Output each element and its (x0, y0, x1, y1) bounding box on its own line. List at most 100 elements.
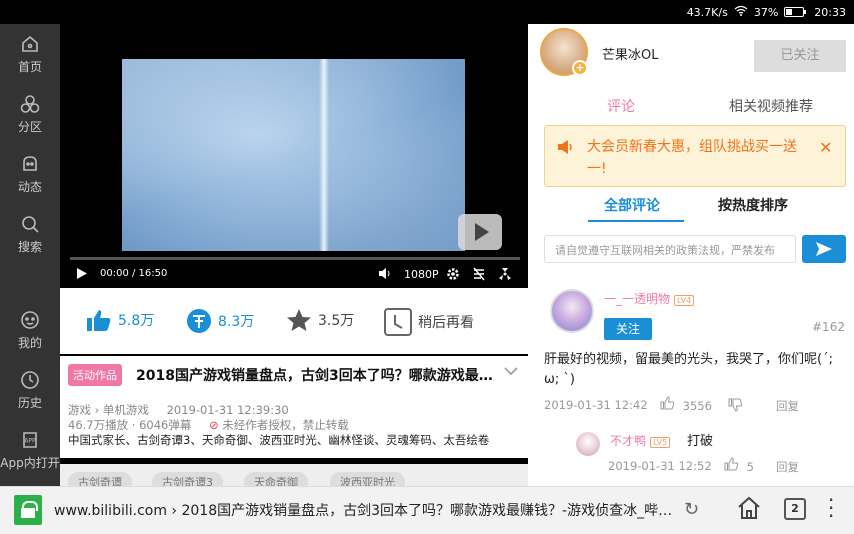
comment-follow-button[interactable]: 关注 (604, 318, 652, 340)
no-repost-icon: ⊘ (209, 418, 219, 432)
category-icon (20, 95, 40, 113)
reply-reply-button[interactable]: 回复 (776, 459, 799, 475)
favorite-button[interactable]: 3.5万 (286, 308, 354, 332)
tag-chip[interactable]: 波西亚时光 (330, 472, 405, 486)
tab-underline (588, 220, 684, 222)
nav-history-label: 历史 (17, 396, 42, 410)
reply-like-count: 5 (746, 460, 754, 474)
tab-switcher-button[interactable]: 2 (784, 498, 806, 520)
wifi-icon (734, 5, 748, 19)
comment-avatar[interactable] (550, 289, 594, 333)
nav-dynamic[interactable]: 动态 (0, 154, 60, 195)
reply-like-button[interactable]: 5 (724, 457, 754, 474)
progress-bar[interactable] (70, 257, 520, 260)
nav-dynamic-label: 动态 (17, 180, 42, 194)
volume-icon[interactable] (378, 267, 392, 283)
comment-date: 2019-01-31 12:42 (544, 398, 648, 412)
comment-like-count: 3556 (682, 399, 712, 413)
tag-chip[interactable]: 古剑奇谭 (68, 472, 132, 486)
level-badge: LV5 (650, 437, 671, 448)
nav-history[interactable]: 历史 (0, 370, 60, 411)
thumbs-up-icon (724, 457, 739, 471)
like-button[interactable]: 5.8万 (86, 308, 154, 332)
star-icon (287, 309, 311, 331)
left-nav: 首页 分区 动态 搜索 我的 历史 APP App内打开 (0, 24, 60, 486)
comment-input[interactable]: 请自觉遵守互联网相关的政策法规，严禁发布 (544, 235, 796, 263)
lock-icon[interactable] (14, 495, 42, 525)
video-player[interactable]: 00:00 / 16:50 1080P (60, 24, 528, 288)
promo-text: 大会员新春大惠，组队挑战买一送一! (587, 139, 797, 177)
send-button[interactable] (802, 235, 846, 263)
thumbs-down-icon[interactable] (728, 398, 743, 415)
nav-search[interactable]: 搜索 (0, 214, 60, 255)
nav-category-label: 分区 (17, 120, 42, 134)
tag-line: 中国式家长、古剑奇谭3、天命奇御、波西亚时光、幽林怪谈、灵魂筹码、太吾绘卷 (68, 433, 490, 447)
more-menu-icon[interactable]: · · · (828, 490, 836, 526)
tab-related[interactable]: 相关视频推荐 (729, 96, 813, 116)
coin-button[interactable]: 8.3万 (186, 308, 254, 334)
status-bar: 43.7K/s 37% 20:33 (0, 0, 854, 24)
category-breadcrumb[interactable]: 游戏 › 单机游戏 (68, 403, 149, 417)
coin-count: 8.3万 (218, 314, 255, 330)
tv-play-icon[interactable] (458, 214, 502, 250)
reply-user[interactable]: 不才鸭 LV5 (610, 432, 671, 449)
svg-text:APP: APP (24, 438, 36, 445)
nav-home[interactable]: 首页 (0, 34, 60, 75)
meta-line: 游戏 › 单机游戏 2019-01-31 12:39:30 (68, 402, 289, 418)
nav-mine-label: 我的 (17, 336, 42, 350)
video-frame[interactable] (122, 59, 465, 251)
uploader-avatar[interactable]: + (540, 28, 588, 76)
stats-line: 46.7万播放 · 6046弹幕 ⊘ 未经作者授权，禁止转载 (68, 417, 349, 433)
quality-select[interactable]: 1080P (404, 268, 439, 281)
user-face-icon (21, 311, 39, 329)
dynamic-icon (23, 156, 37, 171)
nav-home-label: 首页 (17, 60, 42, 74)
watch-later-button[interactable]: 稍后再看 (384, 308, 474, 336)
search-icon (22, 216, 39, 233)
thumbs-up-icon (660, 396, 675, 410)
home-icon[interactable] (736, 495, 762, 524)
settings-icon[interactable] (446, 267, 460, 284)
close-icon[interactable]: ✕ (819, 138, 832, 157)
video-title: 2018国产游戏销量盘点，古剑3回本了吗？哪款游戏最赚钱？ (136, 368, 496, 384)
battery-percent: 37% (753, 5, 779, 19)
address-bar[interactable]: www.bilibili.com › 2018国产游戏销量盘点，古剑3回本了吗？… (54, 500, 678, 520)
tag-chip[interactable]: 天命奇御 (244, 472, 308, 486)
reply-date: 2019-01-31 12:52 (608, 459, 712, 473)
time-display: 00:00 / 16:50 (100, 268, 168, 279)
followed-button[interactable]: 已关注 (754, 40, 846, 72)
like-count: 5.8万 (118, 313, 155, 329)
tag-chip[interactable]: 古剑奇谭3 (152, 472, 223, 486)
reply-avatar[interactable] (576, 432, 600, 456)
activity-badge: 活动作品 (68, 364, 122, 386)
comment-user[interactable]: 一_一透明物 LV4 (604, 290, 695, 307)
tag-chips: 古剑奇谭 古剑奇谭3 天命奇御 波西亚时光 (60, 464, 528, 486)
sort-hot[interactable]: 按热度排序 (718, 195, 788, 215)
nav-category[interactable]: 分区 (0, 94, 60, 135)
plus-badge-icon: + (572, 60, 588, 76)
coin-icon (187, 309, 211, 333)
chevron-down-icon[interactable] (504, 364, 518, 380)
player-controls: 00:00 / 16:50 1080P (60, 264, 528, 286)
clock: 20:33 (814, 5, 846, 19)
history-icon (21, 371, 39, 389)
tab-comments[interactable]: 评论 (607, 96, 635, 116)
nav-open-app-label: App内打开 (0, 456, 60, 470)
net-speed: 43.7K/s (686, 5, 728, 19)
play-icon[interactable] (76, 267, 88, 283)
nav-mine[interactable]: 我的 (0, 310, 60, 351)
clock-icon (384, 308, 412, 336)
app-icon: APP (23, 432, 37, 448)
frame-ice-crack (319, 59, 329, 251)
promo-notice[interactable]: 大会员新春大惠，组队挑战买一送一! ✕ (544, 125, 846, 187)
nav-open-app[interactable]: APP App内打开 (0, 430, 60, 471)
uploader-name[interactable]: 芒果冰OL (602, 44, 658, 63)
danmaku-settings-icon[interactable] (498, 267, 512, 284)
sort-all[interactable]: 全部评论 (604, 195, 660, 215)
video-info: 活动作品 2018国产游戏销量盘点，古剑3回本了吗？哪款游戏最赚钱？ 游戏 › … (60, 356, 528, 458)
comment-reply-button[interactable]: 回复 (776, 398, 799, 414)
thumbs-up-icon (87, 310, 111, 331)
reload-icon[interactable]: ↻ (684, 499, 699, 520)
comment-like-button[interactable]: 3556 (660, 396, 712, 413)
danmaku-toggle-icon[interactable] (472, 267, 486, 284)
